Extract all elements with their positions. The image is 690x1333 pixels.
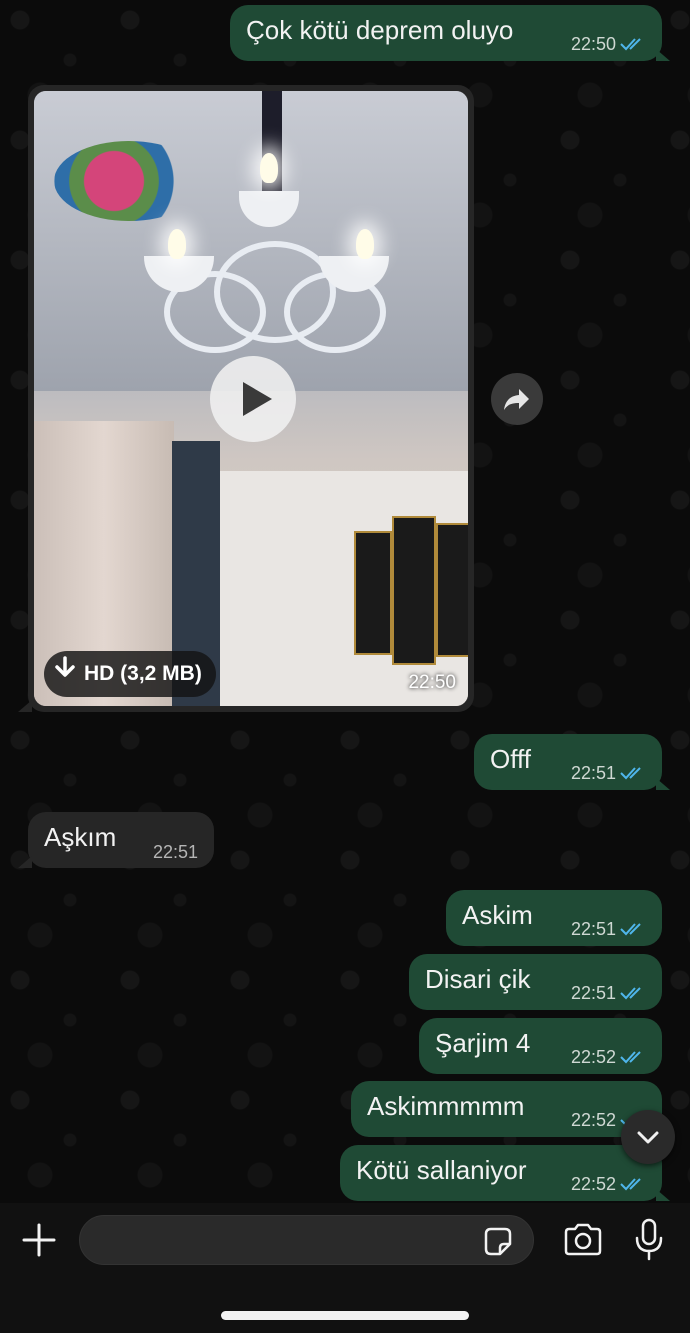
plus-icon[interactable] — [20, 1221, 58, 1259]
message-outgoing[interactable]: Offf 22:51 — [474, 734, 662, 790]
video-thumbnail[interactable]: HD (3,2 MB) 22:50 — [34, 91, 468, 706]
message-text: Çok kötü deprem oluyo — [246, 15, 514, 45]
message-outgoing[interactable]: Şarjim 4 22:52 — [419, 1018, 662, 1074]
message-incoming[interactable]: Aşkım 22:51 — [28, 812, 214, 868]
message-outgoing[interactable]: Askimmmmm 22:52 — [351, 1081, 662, 1137]
video-time: 22:50 — [408, 672, 456, 693]
chat-area[interactable]: Çok kötü deprem oluyo 22:50 HD (3,2 MB) … — [0, 0, 690, 1203]
double-check-icon — [620, 764, 646, 784]
download-label: HD (3,2 MB) — [84, 662, 202, 685]
sticker-icon[interactable] — [480, 1224, 516, 1260]
double-check-icon — [620, 1048, 646, 1068]
double-check-icon — [620, 35, 646, 55]
ceiling-decoration — [54, 141, 204, 221]
message-text: Şarjim 4 — [435, 1028, 531, 1058]
camera-icon[interactable] — [562, 1220, 604, 1260]
message-outgoing[interactable]: Askim 22:51 — [446, 890, 662, 946]
message-time: 22:51 — [570, 762, 616, 783]
message-text: Offf — [490, 744, 531, 774]
double-check-icon — [620, 1175, 646, 1195]
message-input[interactable] — [79, 1215, 534, 1265]
message-time: 22:52 — [570, 1173, 616, 1194]
message-text: Askim — [462, 900, 533, 930]
download-icon — [54, 651, 76, 697]
message-text: Askimmmmm — [367, 1091, 525, 1121]
message-time: 22:52 — [570, 1109, 616, 1130]
message-outgoing[interactable]: Çok kötü deprem oluyo 22:50 — [230, 5, 662, 61]
message-text: Aşkım — [44, 822, 117, 852]
message-text: Disari çik — [425, 964, 531, 994]
bubble-tail — [656, 1189, 670, 1201]
message-time: 22:51 — [152, 842, 198, 862]
message-time: 22:51 — [570, 982, 616, 1003]
download-hd-button[interactable]: HD (3,2 MB) — [44, 651, 216, 697]
play-icon[interactable] — [210, 356, 296, 442]
bubble-tail — [18, 856, 32, 868]
double-check-icon — [620, 920, 646, 940]
home-indicator — [221, 1311, 469, 1320]
video-message[interactable]: HD (3,2 MB) 22:50 — [28, 85, 474, 712]
forward-icon[interactable] — [491, 373, 543, 425]
bubble-tail — [18, 700, 32, 712]
message-outgoing[interactable]: Disari çik 22:51 — [409, 954, 662, 1010]
bubble-tail — [656, 49, 670, 61]
message-time: 22:50 — [570, 33, 616, 54]
double-check-icon — [620, 984, 646, 1004]
message-outgoing[interactable]: Kötü sallaniyor 22:52 — [340, 1145, 662, 1201]
microphone-icon[interactable] — [632, 1217, 666, 1263]
bubble-tail — [656, 778, 670, 790]
message-time: 22:52 — [570, 1046, 616, 1067]
chevron-down-icon[interactable] — [621, 1110, 675, 1164]
message-time: 22:51 — [570, 918, 616, 939]
message-text: Kötü sallaniyor — [356, 1155, 527, 1185]
